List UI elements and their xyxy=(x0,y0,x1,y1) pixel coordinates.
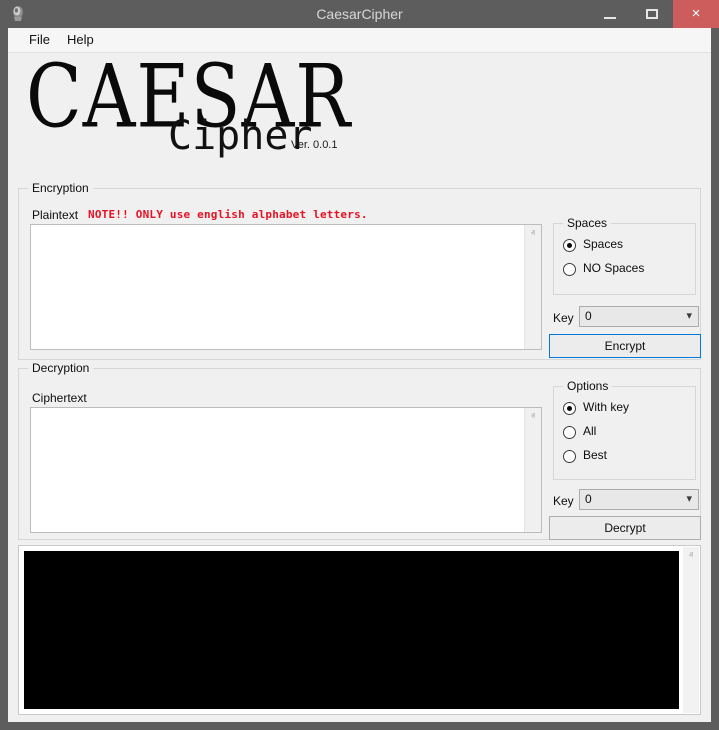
chevron-down-icon: ▾ xyxy=(686,492,692,505)
app-logo: CAESAR Cipher Ver. 0.0.1 xyxy=(18,55,358,160)
radio-with-key-label: With key xyxy=(583,400,629,414)
client-area: File Help CAESAR Cipher Ver. 0.0.1 Encry… xyxy=(8,28,711,722)
decryption-key-select[interactable]: 0 ▾ xyxy=(579,489,699,510)
plaintext-scrollbar[interactable]: ⱏ ⱟ xyxy=(524,225,541,349)
ciphertext-label: Ciphertext xyxy=(32,391,87,405)
logo-secondary-text: Cipher xyxy=(168,113,313,159)
radio-no-spaces-icon xyxy=(563,263,576,276)
options-group-title: Options xyxy=(563,379,612,393)
radio-spaces-icon xyxy=(563,239,576,252)
maximize-icon xyxy=(646,9,658,19)
scroll-up-icon[interactable]: ⱏ xyxy=(683,548,699,565)
scroll-down-icon[interactable]: ⱟ xyxy=(525,514,541,531)
encrypt-button[interactable]: Encrypt xyxy=(549,334,701,358)
spaces-group-title: Spaces xyxy=(563,216,611,230)
ciphertext-input[interactable] xyxy=(31,408,525,532)
radio-spaces-label: Spaces xyxy=(583,237,623,251)
chevron-down-icon: ▾ xyxy=(686,309,692,322)
close-icon: × xyxy=(673,0,719,28)
minimize-icon xyxy=(604,17,616,19)
decryption-key-value: 0 xyxy=(585,492,592,506)
maximize-button[interactable] xyxy=(631,0,673,28)
encryption-key-label: Key xyxy=(553,311,574,325)
encryption-key-select[interactable]: 0 ▾ xyxy=(579,306,699,327)
scroll-down-icon[interactable]: ⱟ xyxy=(683,695,699,712)
ciphertext-scrollbar[interactable]: ⱏ ⱟ xyxy=(524,408,541,532)
console-output-frame: ⱏ ⱟ xyxy=(18,545,701,715)
scroll-down-icon[interactable]: ⱟ xyxy=(525,331,541,348)
scroll-up-icon[interactable]: ⱏ xyxy=(525,226,541,243)
close-button[interactable]: × xyxy=(673,0,719,28)
minimize-button[interactable] xyxy=(589,0,631,28)
options-group: Options With key All Best xyxy=(553,386,696,480)
title-bar: CaesarCipher × xyxy=(0,0,719,28)
plaintext-label: Plaintext xyxy=(32,208,78,222)
radio-all-label: All xyxy=(583,424,596,438)
plaintext-input[interactable] xyxy=(31,225,525,349)
scroll-up-icon[interactable]: ⱏ xyxy=(525,409,541,426)
plaintext-note: NOTE!! ONLY use english alphabet letters… xyxy=(88,208,368,221)
logo-version-text: Ver. 0.0.1 xyxy=(291,139,337,151)
radio-with-key-icon xyxy=(563,402,576,415)
plaintext-textbox[interactable]: ⱏ ⱟ xyxy=(30,224,542,350)
radio-best-icon xyxy=(563,450,576,463)
radio-no-spaces-label: NO Spaces xyxy=(583,261,644,275)
radio-all-icon xyxy=(563,426,576,439)
decrypt-button[interactable]: Decrypt xyxy=(549,516,701,540)
ciphertext-textbox[interactable]: ⱏ ⱟ xyxy=(30,407,542,533)
console-output[interactable] xyxy=(24,551,679,709)
console-scrollbar[interactable]: ⱏ ⱟ xyxy=(683,547,699,713)
encryption-group-title: Encryption xyxy=(28,181,93,195)
radio-best-label: Best xyxy=(583,448,607,462)
decryption-key-label: Key xyxy=(553,494,574,508)
application-window: CaesarCipher × File Help CAESAR Cipher V… xyxy=(0,0,719,730)
encryption-key-value: 0 xyxy=(585,309,592,323)
decryption-group-title: Decryption xyxy=(28,361,93,375)
spaces-group: Spaces Spaces NO Spaces xyxy=(553,223,696,295)
